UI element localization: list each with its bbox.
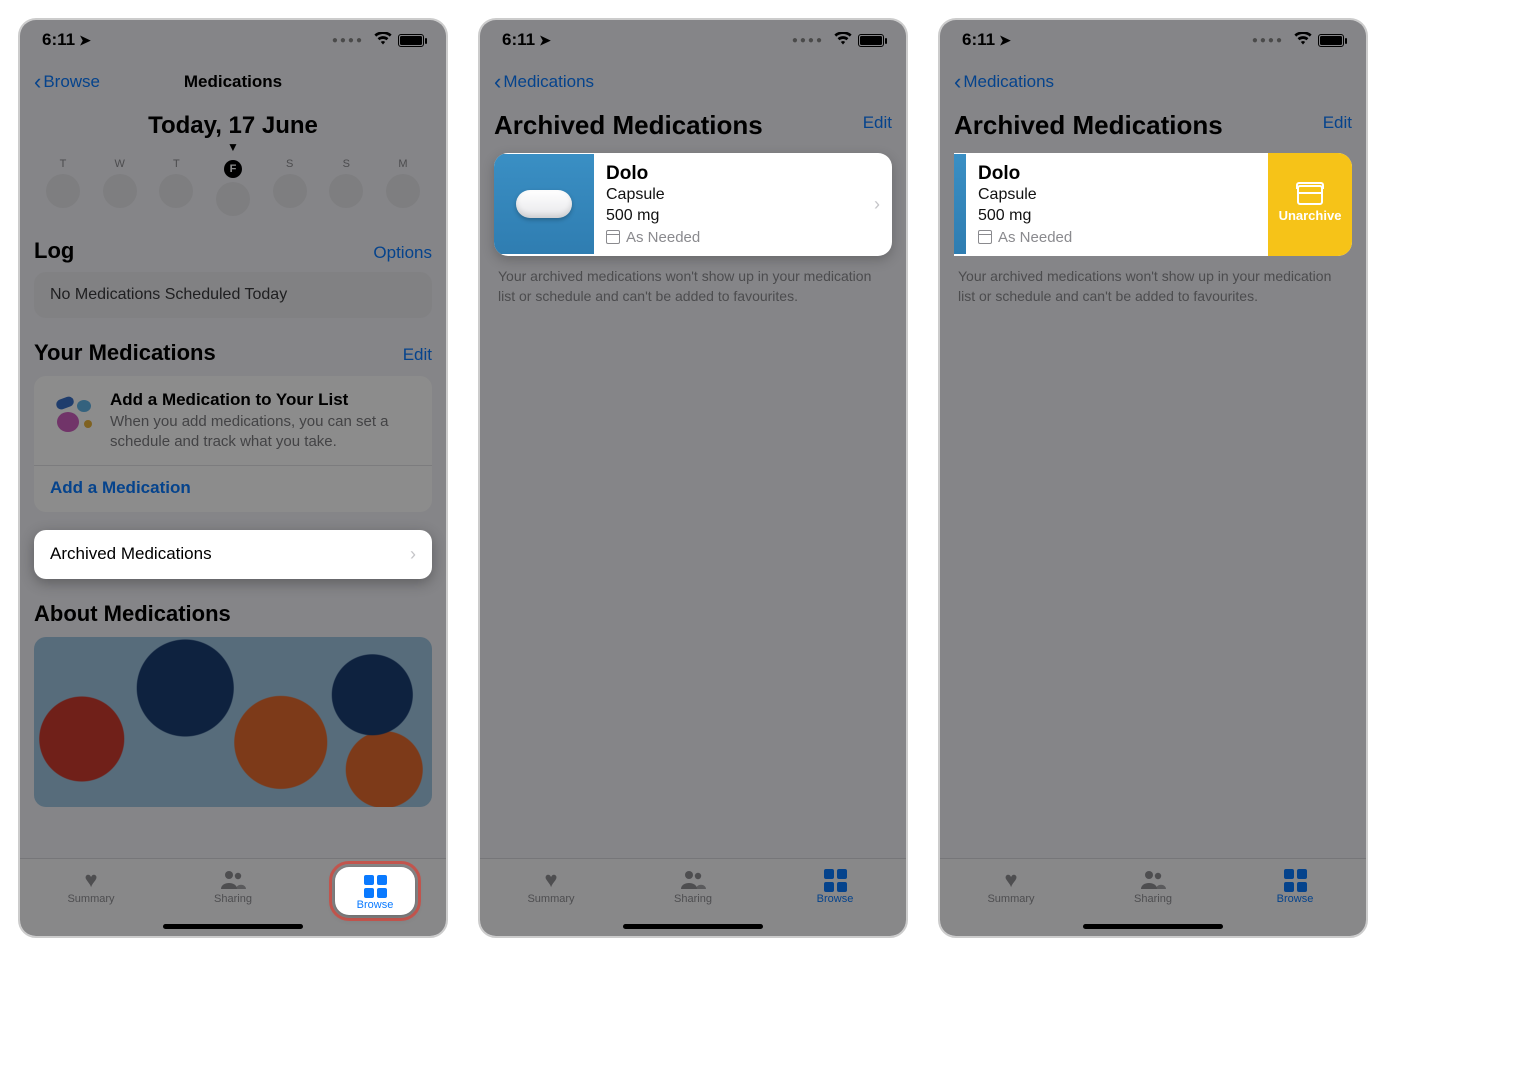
- chevron-right-icon: ›: [410, 544, 416, 565]
- people-icon: [1113, 867, 1193, 893]
- location-icon: ➤: [539, 32, 551, 49]
- chevron-left-icon: ‹: [954, 71, 961, 93]
- unarchive-button[interactable]: Unarchive: [1268, 153, 1352, 256]
- page-title: Archived Medications: [494, 110, 763, 141]
- your-meds-edit-button[interactable]: Edit: [403, 345, 432, 365]
- battery-icon: [858, 34, 884, 47]
- status-time: 6:11: [502, 30, 535, 50]
- home-indicator[interactable]: [1083, 924, 1223, 929]
- add-med-subtitle: When you add medications, you can set a …: [110, 412, 416, 453]
- edit-button[interactable]: Edit: [1323, 113, 1352, 133]
- archived-footer-note: Your archived medications won't show up …: [954, 266, 1352, 307]
- tab-sharing[interactable]: Sharing: [1113, 867, 1193, 905]
- tab-browse[interactable]: Browse: [1255, 867, 1335, 905]
- archived-footer-note: Your archived medications won't show up …: [494, 266, 892, 307]
- medication-thumbnail: [494, 154, 594, 254]
- tab-summary[interactable]: ♥ Summary: [971, 867, 1051, 905]
- grid-icon: [1255, 867, 1335, 893]
- calendar-icon: [606, 230, 620, 244]
- capsule-icon: [516, 190, 572, 218]
- location-icon: ➤: [79, 32, 91, 49]
- your-meds-title: Your Medications: [34, 340, 216, 366]
- archived-medications-row[interactable]: Archived Medications ›: [34, 530, 432, 579]
- cellular-icon: ●●●●: [1252, 35, 1284, 46]
- chevron-right-icon: ›: [874, 194, 892, 215]
- back-button[interactable]: ‹ Medications: [954, 71, 1054, 93]
- nav-bar: ‹ Browse Medications: [20, 60, 446, 104]
- back-label: Browse: [43, 72, 100, 92]
- people-icon: [653, 867, 733, 893]
- add-medication-card: Add a Medication to Your List When you a…: [34, 376, 432, 512]
- tab-bar: ♥ Summary Sharing Browse: [20, 858, 446, 936]
- medication-name: Dolo: [606, 163, 862, 185]
- log-empty-card: No Medications Scheduled Today: [34, 272, 432, 318]
- status-bar: 6:11 ➤ ●●●●: [940, 20, 1366, 60]
- screenshot-3: 6:11 ➤ ●●●● ‹ Medications Archived Medic…: [938, 18, 1368, 938]
- screenshot-2: 6:11 ➤ ●●●● ‹ Medications Archived Medic…: [478, 18, 908, 938]
- screenshot-1: 6:11 ➤ ●●●● ‹ Browse Medications Today, …: [18, 18, 448, 938]
- date-marker-icon: ▼: [34, 144, 432, 150]
- archived-row-label: Archived Medications: [50, 544, 212, 564]
- status-bar: 6:11 ➤ ●●●●: [20, 20, 446, 60]
- chevron-left-icon: ‹: [34, 71, 41, 93]
- tab-summary[interactable]: ♥ Summary: [51, 867, 131, 905]
- back-label: Medications: [963, 72, 1054, 92]
- back-button[interactable]: ‹ Browse: [34, 71, 100, 93]
- unarchive-label: Unarchive: [1279, 208, 1342, 223]
- back-button[interactable]: ‹ Medications: [494, 71, 594, 93]
- log-options-button[interactable]: Options: [373, 243, 432, 263]
- heart-icon: ♥: [51, 867, 131, 893]
- tab-bar: ♥ Summary Sharing Browse: [480, 858, 906, 936]
- nav-title: Medications: [184, 72, 282, 92]
- medication-form: Capsule: [606, 185, 862, 206]
- archived-medication-row[interactable]: Dolo Capsule 500 mg As Needed ›: [494, 153, 892, 256]
- chevron-left-icon: ‹: [494, 71, 501, 93]
- tab-bar: ♥ Summary Sharing Browse: [940, 858, 1366, 936]
- nav-bar: ‹ Medications: [480, 60, 906, 104]
- cellular-icon: ●●●●: [792, 35, 824, 46]
- active-day[interactable]: F: [224, 160, 242, 178]
- grid-icon: [345, 873, 405, 899]
- tab-sharing[interactable]: Sharing: [653, 867, 733, 905]
- tab-browse[interactable]: Browse: [335, 867, 415, 915]
- log-section-title: Log: [34, 238, 74, 264]
- calendar-icon: [978, 230, 992, 244]
- nav-bar: ‹ Medications: [940, 60, 1366, 104]
- tab-browse[interactable]: Browse: [795, 867, 875, 905]
- tab-sharing[interactable]: Sharing: [193, 867, 273, 905]
- archive-box-icon: [1297, 185, 1323, 205]
- status-bar: 6:11 ➤ ●●●●: [480, 20, 906, 60]
- medication-dose: 500 mg: [606, 206, 862, 227]
- wifi-icon: [1294, 32, 1312, 48]
- week-strip[interactable]: T W T F S S M: [34, 158, 432, 216]
- grid-icon: [795, 867, 875, 893]
- status-time: 6:11: [962, 30, 995, 50]
- people-icon: [193, 867, 273, 893]
- home-indicator[interactable]: [163, 924, 303, 929]
- medication-thumbnail: [954, 154, 966, 254]
- wifi-icon: [374, 32, 392, 48]
- status-time: 6:11: [42, 30, 75, 50]
- back-label: Medications: [503, 72, 594, 92]
- date-title: Today, 17 June: [34, 112, 432, 140]
- page-title: Archived Medications: [954, 110, 1223, 141]
- wifi-icon: [834, 32, 852, 48]
- battery-icon: [1318, 34, 1344, 47]
- location-icon: ➤: [999, 32, 1011, 49]
- heart-icon: ♥: [511, 867, 591, 893]
- battery-icon: [398, 34, 424, 47]
- medication-schedule: As Needed: [998, 229, 1072, 246]
- about-illustration: [34, 637, 432, 807]
- about-meds-title: About Medications: [34, 601, 231, 627]
- tab-summary[interactable]: ♥ Summary: [511, 867, 591, 905]
- medication-schedule: As Needed: [626, 229, 700, 246]
- cellular-icon: ●●●●: [332, 35, 364, 46]
- edit-button[interactable]: Edit: [863, 113, 892, 133]
- heart-icon: ♥: [971, 867, 1051, 893]
- add-med-title: Add a Medication to Your List: [110, 390, 416, 410]
- home-indicator[interactable]: [623, 924, 763, 929]
- add-medication-button[interactable]: Add a Medication: [50, 466, 416, 498]
- pills-icon: [50, 390, 98, 438]
